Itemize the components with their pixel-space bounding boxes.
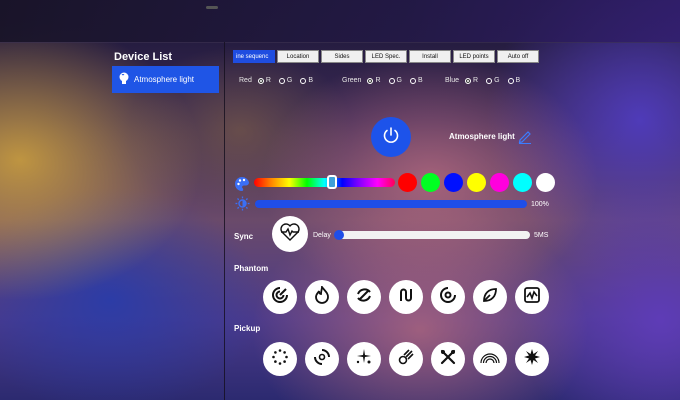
radio-r[interactable]: R — [463, 77, 478, 84]
pickup-effects — [263, 342, 557, 376]
title-bar — [0, 0, 680, 42]
device-item-label: Atmosphere light — [134, 75, 195, 84]
sparkle-icon — [355, 348, 373, 371]
spin-icon — [313, 348, 331, 371]
rainbow-icon — [480, 350, 500, 369]
pickup-effect-dots-circle[interactable] — [263, 342, 297, 376]
pickup-label: Pickup — [234, 324, 261, 333]
header-divider — [0, 42, 680, 43]
tab-sides[interactable]: Sides — [321, 50, 363, 63]
radio-g[interactable]: G — [484, 77, 500, 84]
red-channel-group: Red R G B — [239, 77, 319, 84]
blue-channel-group: Blue R G B — [445, 77, 526, 84]
meteor-icon — [397, 348, 415, 371]
tab-line-sequence[interactable]: ine sequenc — [233, 50, 275, 63]
sync-label: Sync — [234, 232, 254, 241]
delay-slider[interactable] — [334, 230, 530, 240]
cycle-icon — [355, 286, 373, 309]
channel-label: Green — [342, 77, 362, 84]
sidebar-divider — [224, 42, 225, 400]
radio-b[interactable]: B — [506, 77, 520, 84]
delay-value: 5MS — [534, 232, 549, 239]
device-name-label: Atmosphere light — [449, 132, 515, 141]
power-button[interactable] — [371, 117, 411, 157]
edit-icon[interactable] — [517, 128, 533, 149]
color-swatch-7[interactable] — [536, 173, 555, 192]
hue-slider-thumb[interactable] — [326, 175, 337, 189]
radio-r[interactable]: R — [365, 77, 381, 84]
pickup-effect-spin[interactable] — [305, 342, 339, 376]
phantom-effect-cycle[interactable] — [347, 280, 381, 314]
device-list-title: Device List — [114, 51, 173, 63]
green-channel-group: Green R G B — [342, 77, 429, 84]
color-swatch-4[interactable] — [467, 173, 486, 192]
radio-b[interactable]: B — [298, 77, 313, 84]
wave-icon — [397, 286, 415, 309]
target-icon — [271, 286, 289, 309]
window-drag-indicator[interactable] — [206, 6, 218, 9]
leaf-icon — [481, 286, 499, 309]
channel-label: Blue — [445, 77, 460, 84]
heartbeat-icon — [279, 222, 301, 247]
brightness-value: 100% — [531, 201, 549, 208]
tab-install[interactable]: Install — [409, 50, 451, 63]
tab-location[interactable]: Location — [277, 50, 319, 63]
phantom-effects — [263, 280, 557, 314]
radio-g[interactable]: G — [387, 77, 402, 84]
device-item-atmosphere-light[interactable]: Atmosphere light — [112, 66, 219, 93]
color-swatch-2[interactable] — [421, 173, 440, 192]
settings-tabs: ine sequenc Location Sides LED Spec. Ins… — [233, 50, 541, 63]
delay-label: Delay — [313, 232, 331, 239]
tab-led-spec[interactable]: LED Spec. — [365, 50, 407, 63]
phantom-effect-leaf[interactable] — [473, 280, 507, 314]
channel-label: Red — [239, 77, 252, 84]
color-swatches — [398, 173, 559, 192]
burst-icon — [523, 348, 541, 371]
phantom-effect-wave[interactable] — [389, 280, 423, 314]
color-swatch-3[interactable] — [444, 173, 463, 192]
phantom-effect-flame[interactable] — [305, 280, 339, 314]
cross-icon — [439, 348, 457, 371]
delay-slider-thumb[interactable] — [334, 230, 344, 240]
pickup-effect-meteor[interactable] — [389, 342, 423, 376]
bulb-icon — [118, 72, 134, 87]
radio-r[interactable]: R — [256, 77, 271, 84]
palette-icon — [234, 176, 250, 197]
phantom-effect-target[interactable] — [263, 280, 297, 314]
brightness-slider[interactable] — [255, 200, 527, 208]
radio-b[interactable]: B — [408, 77, 423, 84]
phantom-effect-vinyl[interactable] — [431, 280, 465, 314]
hue-slider[interactable] — [254, 175, 395, 189]
tab-led-points[interactable]: LED points — [453, 50, 495, 63]
color-swatch-6[interactable] — [513, 173, 532, 192]
brightness-icon — [235, 196, 250, 216]
sync-button[interactable] — [272, 216, 308, 252]
tab-auto-off[interactable]: Auto off — [497, 50, 539, 63]
radio-g[interactable]: G — [277, 77, 292, 84]
pickup-effect-rainbow[interactable] — [473, 342, 507, 376]
phantom-label: Phantom — [234, 264, 269, 273]
chart-wave-icon — [523, 286, 541, 309]
power-icon — [382, 126, 400, 149]
vinyl-icon — [439, 286, 457, 309]
pickup-effect-burst[interactable] — [515, 342, 549, 376]
dots-circle-icon — [271, 348, 289, 371]
pickup-effect-cross[interactable] — [431, 342, 465, 376]
flame-icon — [313, 283, 331, 309]
color-swatch-5[interactable] — [490, 173, 509, 192]
color-swatch-1[interactable] — [398, 173, 417, 192]
pickup-effect-sparkle[interactable] — [347, 342, 381, 376]
phantom-effect-chart-wave[interactable] — [515, 280, 549, 314]
